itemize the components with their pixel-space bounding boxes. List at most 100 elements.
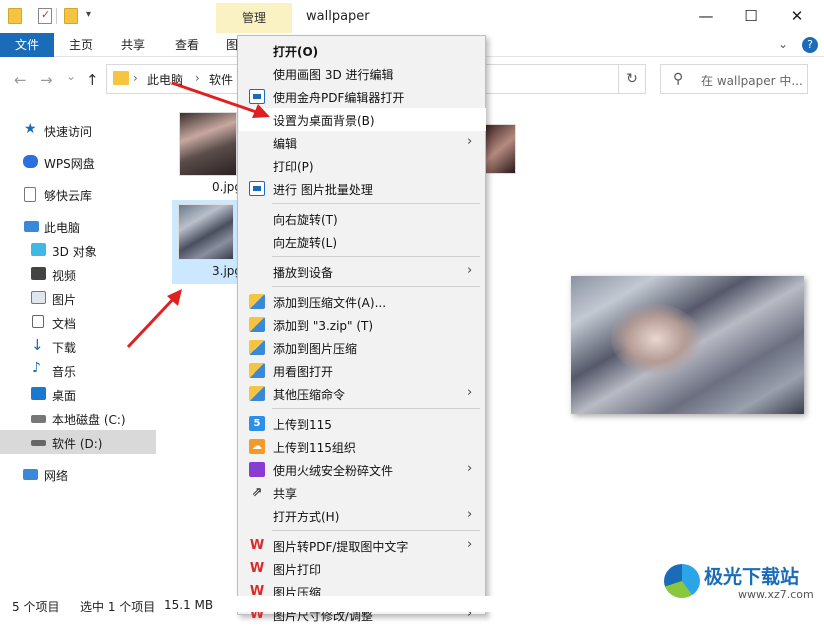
- sidebar-item-label: 软件 (D:): [52, 437, 103, 451]
- maximize-button[interactable]: ☐: [731, 4, 771, 28]
- menu-item-paint3d[interactable]: 使用画图 3D 进行编辑: [239, 62, 486, 85]
- refresh-button[interactable]: ↻: [618, 64, 646, 94]
- folder-icon: [8, 8, 22, 24]
- status-item-count: 5 个项目: [12, 600, 60, 614]
- menu-item-label: 打开(O): [273, 45, 319, 59]
- menu-item-label: 添加到 "3.zip" (T): [273, 319, 374, 333]
- preview-image: [571, 276, 804, 414]
- cloud-115-org-icon: ☁: [249, 439, 265, 454]
- document-icon: [24, 187, 36, 202]
- menu-item-add-to-zip[interactable]: 添加到 "3.zip" (T): [239, 313, 486, 336]
- menu-item-open[interactable]: 打开(O): [239, 39, 486, 62]
- menu-separator: [272, 256, 480, 257]
- breadcrumb-separator[interactable]: ›: [195, 71, 200, 85]
- menu-item-label: 使用火绒安全粉碎文件: [273, 464, 394, 478]
- menu-item-cast-to-device[interactable]: 播放到设备 ›: [239, 260, 486, 283]
- sidebar-item-3d-objects[interactable]: 3D 对象: [0, 238, 156, 262]
- navigation-pane: ★ 快速访问 WPS网盘 够快云库 此电脑 3D 对象 视频 图片 文档 ↓ 下…: [0, 112, 156, 588]
- breadcrumb-separator[interactable]: ›: [133, 71, 138, 85]
- menu-item-upload-115[interactable]: 5 上传到115: [239, 412, 486, 435]
- sidebar-item-label: 此电脑: [44, 221, 81, 235]
- close-button[interactable]: ✕: [777, 4, 817, 28]
- status-bar: 5 个项目 选中 1 个项目 15.1 MB: [0, 596, 824, 614]
- chevron-right-icon: ›: [467, 134, 473, 149]
- tab-manage[interactable]: 管理: [216, 3, 292, 33]
- menu-item-open-with-viewer[interactable]: 用看图打开: [239, 359, 486, 382]
- sidebar-item-desktop[interactable]: 桌面: [0, 382, 156, 406]
- new-folder-icon[interactable]: [64, 8, 78, 24]
- menu-item-share[interactable]: ⇗ 共享: [239, 481, 486, 504]
- drive-icon: [31, 415, 46, 423]
- menu-item-label: 图片转PDF/提取图中文字: [273, 540, 409, 554]
- archive-icon: [249, 294, 265, 309]
- sidebar-item-label: 快速访问: [44, 125, 93, 139]
- recent-locations-button[interactable]: ⌄: [66, 69, 76, 83]
- sidebar-item-drive-c[interactable]: 本地磁盘 (C:): [0, 406, 156, 430]
- menu-item-label: 进行 图片批量处理: [273, 183, 373, 197]
- back-button[interactable]: ←: [14, 71, 27, 89]
- properties-icon[interactable]: [38, 8, 52, 24]
- menu-item-image-print[interactable]: W 图片打印: [239, 557, 486, 580]
- video-icon: [31, 267, 46, 280]
- menu-item-open-with[interactable]: 打开方式(H) ›: [239, 504, 486, 527]
- menu-item-label: 上传到115: [273, 418, 332, 432]
- sidebar-item-drive-d[interactable]: 软件 (D:): [0, 430, 156, 454]
- menu-item-other-compress[interactable]: 其他压缩命令 ›: [239, 382, 486, 405]
- sidebar-item-gokuai[interactable]: 够快云库: [0, 182, 156, 206]
- sidebar-item-wps-cloud[interactable]: WPS网盘: [0, 150, 156, 174]
- sidebar-item-videos[interactable]: 视频: [0, 262, 156, 286]
- chevron-right-icon: ›: [467, 537, 473, 552]
- menu-item-pdf-editor[interactable]: 使用金舟PDF编辑器打开: [239, 85, 486, 108]
- menu-item-label: 打印(P): [273, 160, 314, 174]
- breadcrumb-this-pc[interactable]: 此电脑: [147, 71, 183, 88]
- help-icon[interactable]: ?: [802, 37, 818, 53]
- menu-item-shred[interactable]: 使用火绒安全粉碎文件 ›: [239, 458, 486, 481]
- menu-separator: [272, 408, 480, 409]
- menu-item-upload-115-org[interactable]: ☁ 上传到115组织: [239, 435, 486, 458]
- menu-item-label: 添加到压缩文件(A)...: [273, 296, 387, 310]
- drive-icon: [31, 440, 46, 446]
- file-tile[interactable]: 0.jpg: [172, 108, 242, 198]
- up-button[interactable]: ↑: [86, 71, 99, 89]
- sidebar-item-quick-access[interactable]: ★ 快速访问: [0, 118, 156, 142]
- breadcrumb-software[interactable]: 软件: [209, 71, 233, 88]
- menu-item-rotate-left[interactable]: 向左旋转(L): [239, 230, 486, 253]
- menu-item-label: 图片打印: [273, 563, 322, 577]
- sidebar-item-music[interactable]: ♪ 音乐: [0, 358, 156, 382]
- menu-item-label: 用看图打开: [273, 365, 334, 379]
- archive-icon: [249, 340, 265, 355]
- sidebar-item-network[interactable]: 网络: [0, 462, 156, 486]
- file-tile-selected[interactable]: 3.jpg: [172, 200, 242, 284]
- minimize-button[interactable]: —: [686, 4, 726, 28]
- sidebar-item-label: 桌面: [52, 389, 77, 403]
- search-input[interactable]: ⚲ 在 wallpaper 中...: [660, 64, 808, 94]
- menu-item-label: 设置为桌面背景(B): [273, 114, 375, 128]
- menu-item-set-wallpaper[interactable]: 设置为桌面背景(B): [239, 108, 486, 131]
- menu-item-image-compress[interactable]: 添加到图片压缩: [239, 336, 486, 359]
- sidebar-item-label: 音乐: [52, 365, 77, 379]
- sidebar-item-downloads[interactable]: ↓ 下载: [0, 334, 156, 358]
- customize-toolbar-icon[interactable]: ▾: [86, 9, 91, 20]
- sidebar-item-label: 下载: [52, 341, 77, 355]
- image-thumbnail[interactable]: [484, 124, 516, 174]
- tab-view[interactable]: 查看: [164, 33, 210, 57]
- sidebar-item-pictures[interactable]: 图片: [0, 286, 156, 310]
- menu-item-print[interactable]: 打印(P): [239, 154, 486, 177]
- menu-item-add-to-archive[interactable]: 添加到压缩文件(A)...: [239, 290, 486, 313]
- menu-item-edit[interactable]: 编辑 ›: [239, 131, 486, 154]
- music-icon: ♪: [32, 360, 41, 376]
- wps-icon: W: [249, 538, 265, 553]
- chevron-down-icon[interactable]: ⌄: [778, 37, 788, 51]
- document-icon: [32, 315, 44, 328]
- tab-file[interactable]: 文件: [0, 33, 54, 57]
- tab-home[interactable]: 主页: [58, 33, 104, 57]
- sidebar-item-documents[interactable]: 文档: [0, 310, 156, 334]
- tab-share[interactable]: 共享: [110, 33, 156, 57]
- forward-button[interactable]: →: [40, 71, 53, 89]
- archive-icon: [249, 386, 265, 401]
- menu-item-image-to-pdf[interactable]: W 图片转PDF/提取图中文字 ›: [239, 534, 486, 557]
- menu-item-batch-process[interactable]: 进行 图片批量处理: [239, 177, 486, 200]
- archive-icon: [249, 317, 265, 332]
- menu-item-rotate-right[interactable]: 向右旋转(T): [239, 207, 486, 230]
- sidebar-item-this-pc[interactable]: 此电脑: [0, 214, 156, 238]
